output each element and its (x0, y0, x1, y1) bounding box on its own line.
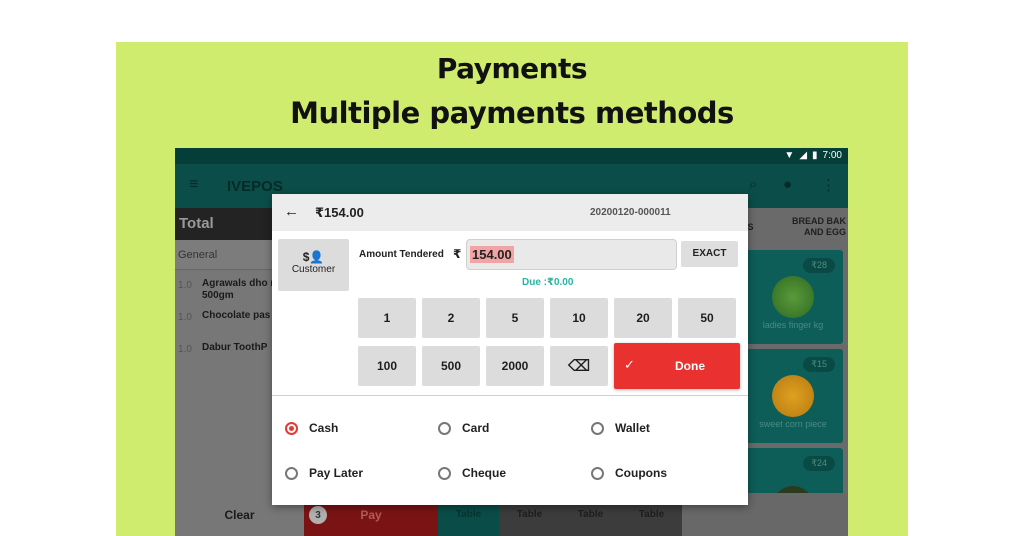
product-price: ₹24 (803, 456, 835, 471)
cart-user-icon[interactable]: ● (783, 176, 792, 193)
done-label: Done (675, 359, 705, 373)
currency-symbol: ₹ (453, 247, 462, 261)
cart-item-qty: 1.0 (178, 280, 192, 291)
battery-icon: ▮ (812, 150, 818, 161)
product-tile[interactable]: ₹28 ladies finger kg (743, 250, 843, 344)
backspace-icon[interactable]: ⌫ (550, 346, 608, 386)
payment-method-label: Pay Later (309, 466, 364, 480)
dialog-header: ← ₹154.00 20200120-000011 (272, 194, 748, 231)
customer-label: Customer (291, 264, 336, 275)
radio-selected-icon (285, 421, 298, 435)
exact-button[interactable]: EXACT (681, 241, 738, 267)
cart-item-name: Chocolate pas (202, 310, 271, 321)
keypad-key[interactable]: 20 (614, 298, 672, 338)
keypad-key[interactable]: 1 (358, 298, 416, 338)
payment-method-label: Cheque (462, 466, 507, 480)
keypad-key[interactable]: 100 (358, 346, 416, 386)
product-name: sweet corn piece (759, 419, 827, 429)
cart-item-name: Dabur ToothP (202, 342, 268, 353)
payment-method-pay-later[interactable]: Pay Later (285, 466, 363, 480)
payment-dialog: ← ₹154.00 20200120-000011 $👤 Customer Am… (272, 194, 748, 505)
cart-item-qty: 1.0 (178, 344, 192, 355)
menu-icon[interactable]: ≡ (189, 176, 198, 194)
keypad-key[interactable]: 5 (486, 298, 544, 338)
invoice-number: 20200120-000011 (590, 207, 671, 218)
signal-icon: ◢ (799, 150, 808, 161)
cart-item-qty: 1.0 (178, 312, 192, 323)
done-button[interactable]: ✓ Done (614, 343, 740, 389)
banner-subtitle: Multiple payments methods (290, 96, 734, 130)
payment-method-label: Wallet (615, 421, 650, 435)
product-image (772, 375, 814, 417)
radio-icon (591, 466, 604, 480)
radio-icon (285, 466, 298, 480)
more-options-icon[interactable]: ⋮ (821, 176, 836, 194)
product-tile[interactable]: ₹15 sweet corn piece (743, 349, 843, 443)
payment-method-cash[interactable]: Cash (285, 421, 338, 435)
keypad-key[interactable]: 500 (422, 346, 480, 386)
amount-tendered-input[interactable]: 154.00 (466, 239, 677, 270)
keypad-key[interactable]: 10 (550, 298, 608, 338)
payment-method-cheque[interactable]: Cheque (438, 466, 506, 480)
pay-label: Pay (360, 507, 382, 522)
app-name: IVEPOS (227, 178, 283, 195)
divider (272, 395, 748, 396)
customer-icon: $👤 (302, 250, 325, 264)
product-image (772, 276, 814, 318)
due-amount: Due :₹0.00 (522, 277, 574, 288)
banner-title: Payments (436, 52, 588, 85)
payment-method-label: Card (462, 421, 490, 435)
payment-method-label: Coupons (615, 466, 667, 480)
keypad-key[interactable]: 2000 (486, 346, 544, 386)
status-bar: ▼ ◢ ▮ 7:00 (175, 148, 848, 164)
payment-method-label: Cash (309, 421, 339, 435)
product-name: ladies finger kg (762, 320, 824, 330)
bill-amount: ₹154.00 (315, 205, 364, 220)
payment-method-card[interactable]: Card (438, 421, 489, 435)
radio-icon (438, 421, 451, 435)
back-arrow-icon[interactable]: ← (284, 203, 299, 220)
pay-count-badge: 3 (309, 506, 327, 524)
customer-button[interactable]: $👤 Customer (278, 239, 349, 291)
keypad-key[interactable]: 2 (422, 298, 480, 338)
search-icon[interactable]: ⌕ (749, 176, 757, 193)
amount-tendered-label: Amount Tendered (359, 249, 444, 260)
wifi-icon: ▼ (784, 150, 795, 161)
payment-method-coupons[interactable]: Coupons (591, 466, 667, 480)
product-price: ₹28 (803, 258, 835, 273)
category-tab-bread[interactable]: BREAD BAK AND EGG (786, 216, 846, 238)
keypad-key[interactable]: 50 (678, 298, 736, 338)
radio-icon (438, 466, 451, 480)
radio-icon (591, 421, 604, 435)
product-price: ₹15 (803, 357, 835, 372)
payment-method-wallet[interactable]: Wallet (591, 421, 650, 435)
amount-tendered-value: 154.00 (470, 246, 514, 263)
clock: 7:00 (822, 150, 842, 161)
